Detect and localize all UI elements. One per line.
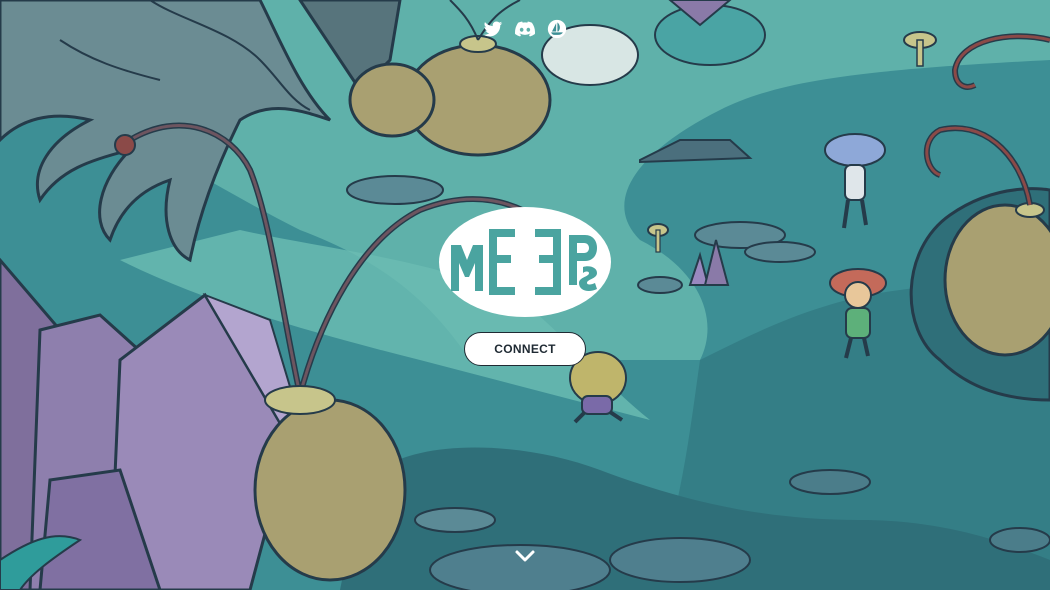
social-links: [482, 18, 568, 40]
meeps-logo: [439, 207, 611, 317]
chevron-down-icon[interactable]: [513, 546, 537, 566]
connect-button[interactable]: CONNECT: [464, 332, 586, 366]
hero-section: CONNECT: [0, 0, 1050, 590]
discord-icon[interactable]: [514, 18, 536, 40]
opensea-icon[interactable]: [546, 18, 568, 40]
twitter-icon[interactable]: [482, 18, 504, 40]
